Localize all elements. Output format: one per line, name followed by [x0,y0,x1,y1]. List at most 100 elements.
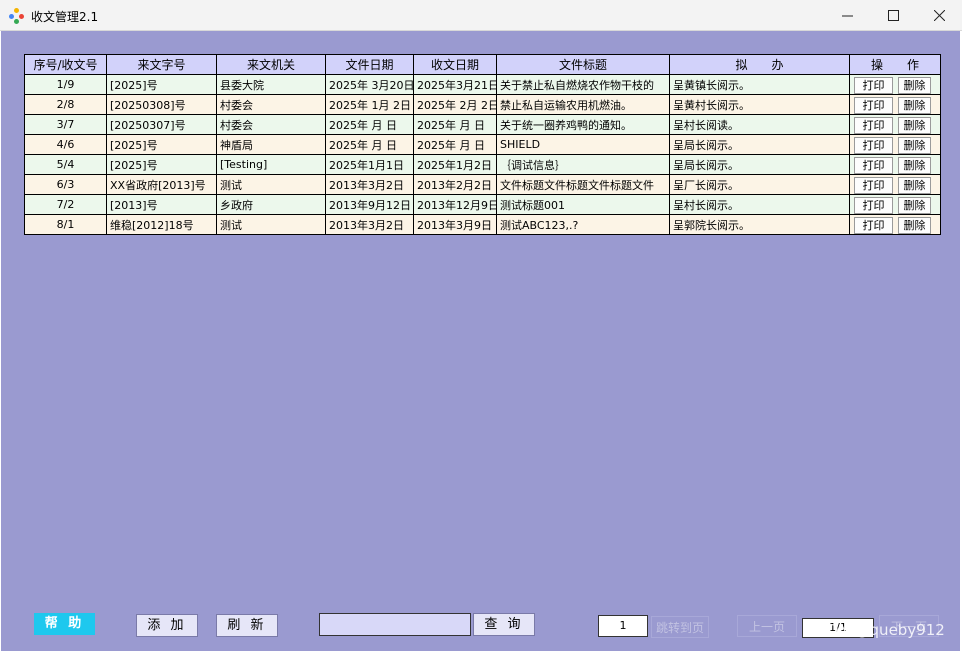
cell-proposal: 呈郭院长阅示。 [669,214,850,235]
cell-actions: 打印 删除 [849,94,941,115]
print-button[interactable]: 打印 [854,176,893,194]
search-input[interactable] [319,613,471,636]
page-number-input[interactable]: 1 [598,615,648,637]
cell-proposal: 呈局长阅示。 [669,134,850,155]
maximize-button[interactable] [870,0,916,30]
cell-recv-date: 2013年2月2日 [413,174,497,195]
cell-doc-no: [2025]号 [106,154,217,175]
column-header: 序号/收文号 [24,54,107,75]
minimize-icon [841,15,853,16]
column-header: 收文日期 [413,54,497,75]
table-row[interactable]: 8/1 维稳[2012]18号 测试 2013年3月2日 2013年3月9日 测… [24,214,941,235]
cell-proposal: 呈黄镇长阅示。 [669,74,850,95]
cell-file-date: 2025年 3月20日 [325,74,414,95]
delete-button[interactable]: 删除 [898,196,931,214]
cell-doc-no: 维稳[2012]18号 [106,214,217,235]
cell-recv-date: 2025年1月2日 [413,154,497,175]
table-row[interactable]: 7/2 [2013]号 乡政府 2013年9月12日 2013年12月9日 测试… [24,194,941,215]
delete-button[interactable]: 删除 [898,116,931,134]
cell-actions: 打印 删除 [849,194,941,215]
cell-title: ｛调试信息｝ [496,154,670,175]
print-button[interactable]: 打印 [854,136,893,154]
cell-seq: 3/7 [24,114,107,135]
cell-seq: 6/3 [24,174,107,195]
jump-to-page-button[interactable]: 跳转到页 [651,616,709,638]
print-button[interactable]: 打印 [854,216,893,234]
delete-button[interactable]: 删除 [898,216,931,234]
table-row[interactable]: 1/9 [2025]号 县委大院 2025年 3月20日 2025年3月21日 … [24,74,941,95]
cell-recv-date: 2013年12月9日 [413,194,497,215]
delete-button[interactable]: 删除 [898,96,931,114]
table-row[interactable]: 2/8 [20250308]号 村委会 2025年 1月 2日 2025年 2月… [24,94,941,115]
cell-actions: 打印 删除 [849,114,941,135]
cell-title: 测试ABC123,.? [496,214,670,235]
cell-recv-date: 2013年3月9日 [413,214,497,235]
cell-org: 测试 [216,174,326,195]
delete-button[interactable]: 删除 [898,76,931,94]
table-row[interactable]: 5/4 [2025]号 [Testing] 2025年1月1日 2025年1月2… [24,154,941,175]
cell-recv-date: 2025年 月 日 [413,134,497,155]
column-header: 来文机关 [216,54,326,75]
cell-file-date: 2013年9月12日 [325,194,414,215]
cell-org: 神盾局 [216,134,326,155]
column-header: 文件标题 [496,54,670,75]
column-header: 来文字号 [106,54,217,75]
cell-file-date: 2025年 月 日 [325,114,414,135]
cell-proposal: 呈厂长阅示。 [669,174,850,195]
close-icon [933,9,945,21]
cell-org: 乡政府 [216,194,326,215]
cell-doc-no: [2025]号 [106,74,217,95]
maximize-icon [887,9,899,21]
minimize-button[interactable] [824,0,870,30]
cell-proposal: 呈村长阅读。 [669,114,850,135]
cell-proposal: 呈黄村长阅示。 [669,94,850,115]
window-title: 收文管理2.1 [31,10,99,24]
close-button[interactable] [916,0,962,30]
app-icon [9,8,25,24]
cell-doc-no: [2025]号 [106,134,217,155]
prev-page-button[interactable]: 上一页 [737,615,797,637]
add-button[interactable]: 添 加 [136,614,198,637]
cell-file-date: 2025年 1月 2日 [325,94,414,115]
table-row[interactable]: 3/7 [20250307]号 村委会 2025年 月 日 2025年 月 日 … [24,114,941,135]
cell-recv-date: 2025年3月21日 [413,74,497,95]
cell-seq: 8/1 [24,214,107,235]
refresh-button[interactable]: 刷 新 [216,614,278,637]
main-client-area: 序号/收文号 来文字号 来文机关 文件日期 收文日期 文件标题 拟 办 操 作 … [1,31,960,651]
help-button[interactable]: 帮 助 [34,613,95,635]
column-header: 拟 办 [669,54,850,75]
cell-seq: 4/6 [24,134,107,155]
cell-org: 村委会 [216,114,326,135]
table-row[interactable]: 6/3 XX省政府[2013]号 测试 2013年3月2日 2013年2月2日 … [24,174,941,195]
column-header: 文件日期 [325,54,414,75]
cell-file-date: 2013年3月2日 [325,174,414,195]
cell-org: 村委会 [216,94,326,115]
delete-button[interactable]: 删除 [898,136,931,154]
document-table: 序号/收文号 来文字号 来文机关 文件日期 收文日期 文件标题 拟 办 操 作 … [24,54,941,235]
print-button[interactable]: 打印 [854,156,893,174]
cell-actions: 打印 删除 [849,74,941,95]
cell-doc-no: [2013]号 [106,194,217,215]
print-button[interactable]: 打印 [854,76,893,94]
delete-button[interactable]: 删除 [898,176,931,194]
column-header: 操 作 [849,54,941,75]
cell-actions: 打印 删除 [849,154,941,175]
print-button[interactable]: 打印 [854,116,893,134]
cell-proposal: 呈局长阅示。 [669,154,850,175]
print-button[interactable]: 打印 [854,196,893,214]
cell-file-date: 2025年 月 日 [325,134,414,155]
print-button[interactable]: 打印 [854,96,893,114]
table-row[interactable]: 4/6 [2025]号 神盾局 2025年 月 日 2025年 月 日 SHIE… [24,134,941,155]
cell-proposal: 呈村长阅示。 [669,194,850,215]
delete-button[interactable]: 删除 [898,156,931,174]
title-bar: 收文管理2.1 [0,0,962,31]
query-button[interactable]: 查 询 [473,613,535,636]
cell-actions: 打印 删除 [849,214,941,235]
cell-title: 文件标题文件标题文件标题文件 [496,174,670,195]
cell-org: [Testing] [216,154,326,175]
cell-actions: 打印 删除 [849,174,941,195]
cell-recv-date: 2025年 2月 2日 [413,94,497,115]
cell-doc-no: [20250308]号 [106,94,217,115]
cell-seq: 7/2 [24,194,107,215]
cell-seq: 5/4 [24,154,107,175]
